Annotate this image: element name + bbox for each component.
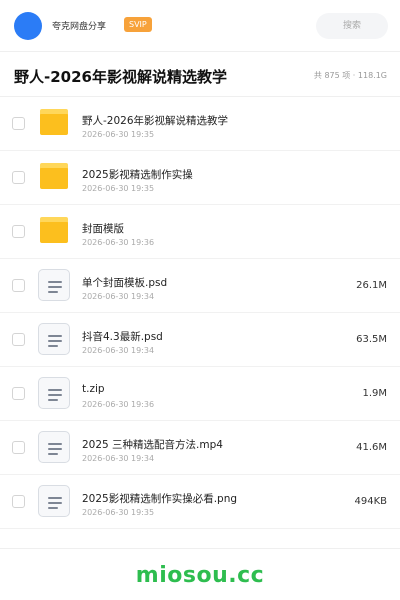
file-date: 2026-06-30 19:35 <box>82 130 155 139</box>
document-icon <box>38 269 70 301</box>
row-checkbox[interactable] <box>12 495 25 508</box>
document-icon <box>38 485 70 517</box>
file-row[interactable]: 抖音4.3最新.psd 2026-06-30 19:34 63.5M <box>0 313 400 367</box>
svip-badge: SVIP <box>124 17 152 32</box>
file-name: 2025 三种精选配音方法.mp4 <box>82 439 223 451</box>
file-name: 单个封面模板.psd <box>82 277 168 289</box>
file-row[interactable]: 2025 三种精选配音方法.mp4 2026-06-30 19:34 41.6M <box>0 421 400 475</box>
file-row[interactable]: 2025影视精选制作实操 2026-06-30 19:35 <box>0 151 400 205</box>
file-name: t.zip <box>82 383 105 395</box>
file-size: 63.5M <box>356 334 387 345</box>
document-icon <box>38 431 70 463</box>
file-size: 1.9M <box>362 388 387 399</box>
page-title: 野人-2026年影视解说精选教学 <box>14 68 227 86</box>
folder-icon <box>40 109 68 135</box>
file-name: 2025影视精选制作实操 <box>82 169 193 181</box>
file-date: 2026-06-30 19:34 <box>82 346 155 355</box>
file-date: 2026-06-30 19:36 <box>82 400 155 409</box>
file-row[interactable]: 封面模版 2026-06-30 19:36 <box>0 205 400 259</box>
file-date: 2026-06-30 19:35 <box>82 508 155 517</box>
file-name: 2025影视精选制作实操必看.png <box>82 493 238 505</box>
search-button[interactable]: 搜索 <box>316 13 388 39</box>
username: 夸克网盘分享 <box>52 22 107 32</box>
file-size: 494KB <box>354 496 387 507</box>
file-date: 2026-06-30 19:34 <box>82 292 155 301</box>
title-bar: 野人-2026年影视解说精选教学 共 875 项 · 118.1G <box>0 52 400 97</box>
row-checkbox[interactable] <box>12 279 25 292</box>
file-row[interactable]: 单个封面模板.psd 2026-06-30 19:34 26.1M <box>0 259 400 313</box>
file-name: 封面模版 <box>82 223 124 235</box>
row-checkbox[interactable] <box>12 225 25 238</box>
row-checkbox[interactable] <box>12 117 25 130</box>
row-checkbox[interactable] <box>12 171 25 184</box>
file-name: 抖音4.3最新.psd <box>82 331 163 343</box>
file-name: 野人-2026年影视解说精选教学 <box>82 115 229 127</box>
folder-icon <box>40 217 68 243</box>
item-summary: 共 875 项 · 118.1G <box>313 71 387 80</box>
footer: miosou.cc <box>0 548 400 600</box>
file-row[interactable]: t.zip 2026-06-30 19:36 1.9M <box>0 367 400 421</box>
document-icon <box>38 377 70 409</box>
file-size: 41.6M <box>356 442 387 453</box>
file-date: 2026-06-30 19:36 <box>82 238 155 247</box>
file-row[interactable]: 野人-2026年影视解说精选教学 2026-06-30 19:35 <box>0 97 400 151</box>
file-list: 野人-2026年影视解说精选教学 2026-06-30 19:35 2025影视… <box>0 97 400 529</box>
avatar[interactable] <box>14 12 42 40</box>
site-brand[interactable]: miosou.cc <box>0 563 400 588</box>
file-date: 2026-06-30 19:34 <box>82 454 155 463</box>
row-checkbox[interactable] <box>12 387 25 400</box>
top-header: 夸克网盘分享 SVIP 搜索 <box>0 0 400 52</box>
row-checkbox[interactable] <box>12 441 25 454</box>
file-row[interactable]: 2025影视精选制作实操必看.png 2026-06-30 19:35 494K… <box>0 475 400 529</box>
row-checkbox[interactable] <box>12 333 25 346</box>
file-size: 26.1M <box>356 280 387 291</box>
document-icon <box>38 323 70 355</box>
file-date: 2026-06-30 19:35 <box>82 184 155 193</box>
folder-icon <box>40 163 68 189</box>
